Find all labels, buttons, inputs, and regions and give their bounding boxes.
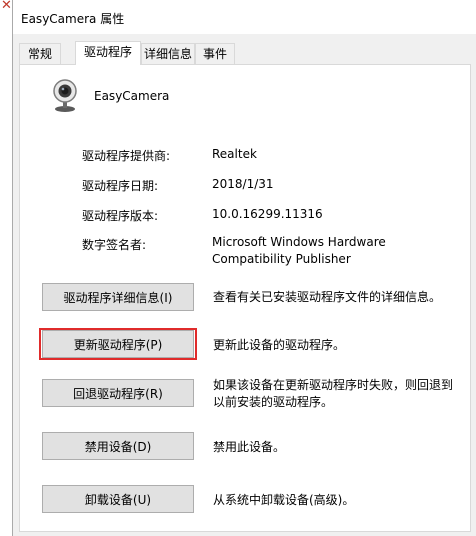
tab-details-label: 详细信息 <box>143 47 192 61</box>
update-driver-description: 更新此设备的驱动程序。 <box>213 338 346 352</box>
window-title: EasyCamera 属性 <box>21 12 125 26</box>
device-name: EasyCamera <box>94 89 170 103</box>
disable-device-button[interactable]: 禁用设备(D) <box>42 432 194 460</box>
tab-driver-label: 驱动程序 <box>83 45 132 59</box>
signer-value: Microsoft Windows Hardware Compatibility… <box>212 235 386 266</box>
tab-events-label: 事件 <box>202 47 227 61</box>
webcam-icon <box>53 79 77 112</box>
rollback-driver-description: 如果该设备在更新驱动程序时失败，则回退到以前安装的驱动程序。 <box>213 378 454 409</box>
driver-tab-panel: EasyCamera 驱动程序提供商: Realtek 驱动程序日期: 2018… <box>19 64 471 532</box>
rollback-driver-button[interactable]: 回退驱动程序(R) <box>42 379 194 407</box>
tab-general-label: 常规 <box>27 47 52 61</box>
uninstall-device-button[interactable]: 卸载设备(U) <box>42 485 194 513</box>
properties-dialog: EasyCamera 属性 常规 驱动程序 详细信息 事件 EasyCamera… <box>12 0 476 536</box>
background-close-icon: ✕ <box>1 0 12 13</box>
tab-events[interactable]: 事件 <box>195 43 235 64</box>
disable-device-description: 禁用此设备。 <box>213 440 286 454</box>
driver-details-description: 查看有关已安装驱动程序文件的详细信息。 <box>213 290 442 304</box>
update-driver-button[interactable]: 更新驱动程序(P) <box>42 330 194 358</box>
signer-label: 数字签名者: <box>82 238 147 252</box>
date-label: 驱动程序日期: <box>82 179 159 193</box>
provider-label: 驱动程序提供商: <box>82 149 171 163</box>
driver-details-button[interactable]: 驱动程序详细信息(I) <box>42 283 194 311</box>
tab-details[interactable]: 详细信息 <box>141 43 195 64</box>
provider-value: Realtek <box>212 147 257 161</box>
version-value: 10.0.16299.11316 <box>212 207 323 221</box>
uninstall-device-description: 从系统中卸载设备(高级)。 <box>213 493 355 507</box>
title-bar[interactable]: EasyCamera 属性 <box>13 0 476 34</box>
version-label: 驱动程序版本: <box>82 209 159 223</box>
tab-driver[interactable]: 驱动程序 <box>75 41 141 65</box>
tab-general[interactable]: 常规 <box>19 43 61 64</box>
date-value: 2018/1/31 <box>212 177 274 191</box>
